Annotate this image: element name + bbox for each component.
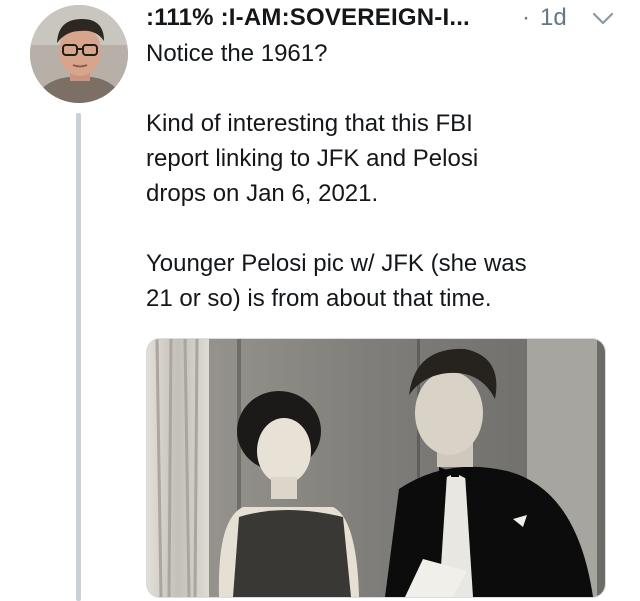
tweet-line: 21 or so) is from about that time. <box>146 285 492 312</box>
tweet-line: Notice the 1961? <box>146 40 328 67</box>
historical-photo <box>147 339 605 597</box>
avatar[interactable] <box>30 5 128 103</box>
tweet-line: Kind of interesting that this FBI <box>146 110 473 137</box>
tweet-text: Notice the 1961? Kind of interesting tha… <box>146 36 616 316</box>
tweet-line: Younger Pelosi pic w/ JFK (she was <box>146 250 527 277</box>
timestamp[interactable]: 1d <box>540 4 567 32</box>
display-name[interactable]: :111% :I-AM:SOVEREIGN-I... <box>146 4 470 32</box>
tweet-line: report linking to JFK and Pelosi <box>146 145 479 172</box>
meta-separator: · <box>522 4 530 31</box>
chevron-down-icon[interactable] <box>590 9 616 29</box>
tweet-media-photo[interactable] <box>146 338 606 598</box>
tweet-header: :111% :I-AM:SOVEREIGN-I... · 1d <box>146 4 626 34</box>
thread-line <box>76 113 81 601</box>
tweet-line: drops on Jan 6, 2021. <box>146 180 379 207</box>
avatar-photo <box>30 5 128 103</box>
